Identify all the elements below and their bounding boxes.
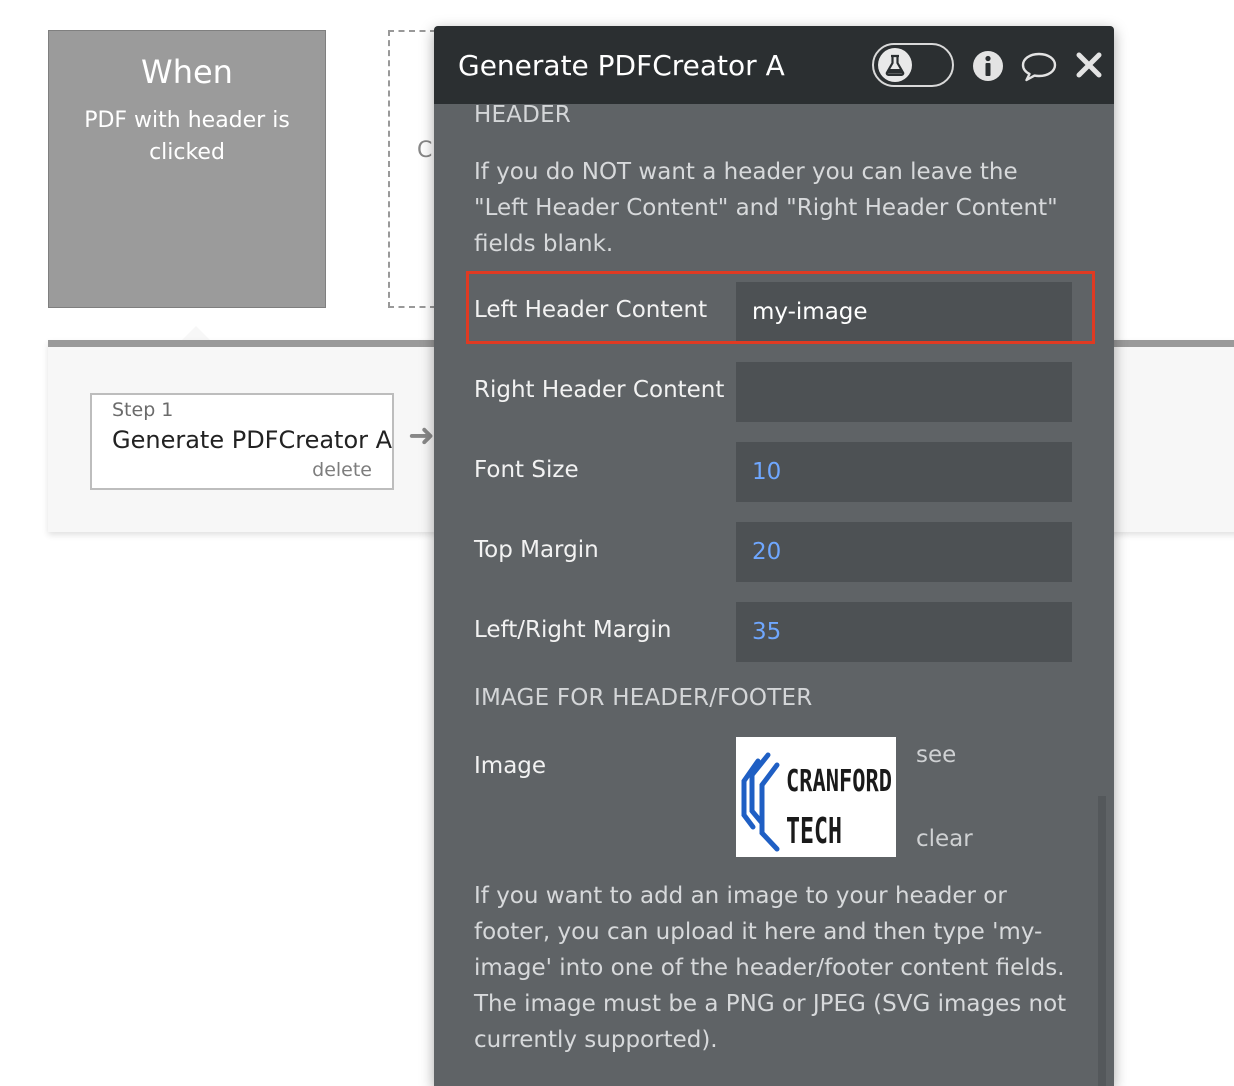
placeholder-text: C xyxy=(417,138,433,163)
comment-icon[interactable] xyxy=(1020,50,1058,86)
step-card[interactable]: Step 1 Generate PDFCreator A delete xyxy=(90,393,394,490)
flask-icon xyxy=(878,48,912,82)
info-icon[interactable] xyxy=(972,50,1004,86)
cranford-tech-logo: CRANFORD TECH xyxy=(741,752,892,852)
left-right-margin-input[interactable]: 35 xyxy=(736,602,1072,662)
svg-text:CRANFORD: CRANFORD xyxy=(786,764,892,799)
scrollbar[interactable] xyxy=(1098,796,1106,1086)
image-help-text: If you want to add an image to your head… xyxy=(474,883,1067,1053)
right-header-content-label: Right Header Content xyxy=(474,377,725,403)
section-header-label: HEADER xyxy=(474,102,571,128)
top-margin-input[interactable]: 20 xyxy=(736,522,1072,582)
image-preview[interactable]: CRANFORD TECH xyxy=(736,737,896,857)
property-editor: Generate PDFCreator A HEADER If you do N… xyxy=(434,26,1114,1086)
step-delete-link[interactable]: delete xyxy=(312,459,372,481)
left-right-margin-label: Left/Right Margin xyxy=(474,617,672,643)
step-title: Generate PDFCreator A xyxy=(112,426,393,454)
arrow-right-icon: ➜ xyxy=(408,416,435,454)
image-clear-link[interactable]: clear xyxy=(916,826,973,852)
highlight-box xyxy=(466,271,1095,344)
image-field-label: Image xyxy=(474,753,547,779)
right-header-content-input[interactable] xyxy=(736,362,1072,422)
editor-title: Generate PDFCreator A xyxy=(458,49,785,82)
event-description: PDF with header is clicked xyxy=(84,108,290,165)
svg-text:TECH: TECH xyxy=(786,811,842,852)
font-size-input[interactable]: 10 xyxy=(736,442,1072,502)
event-card[interactable]: When PDF with header is clicked xyxy=(48,30,326,308)
event-pointer xyxy=(182,326,210,340)
close-icon[interactable] xyxy=(1074,50,1104,84)
test-mode-toggle[interactable] xyxy=(872,43,954,87)
section-image-label: IMAGE FOR HEADER/FOOTER xyxy=(474,685,813,711)
top-margin-label: Top Margin xyxy=(474,537,599,563)
editor-header: Generate PDFCreator A xyxy=(434,26,1114,104)
header-help-text: If you do NOT want a header you can leav… xyxy=(474,159,1058,257)
image-see-link[interactable]: see xyxy=(916,742,956,768)
font-size-label: Font Size xyxy=(474,457,579,483)
step-number: Step 1 xyxy=(112,399,174,421)
event-when-label: When xyxy=(141,53,233,91)
